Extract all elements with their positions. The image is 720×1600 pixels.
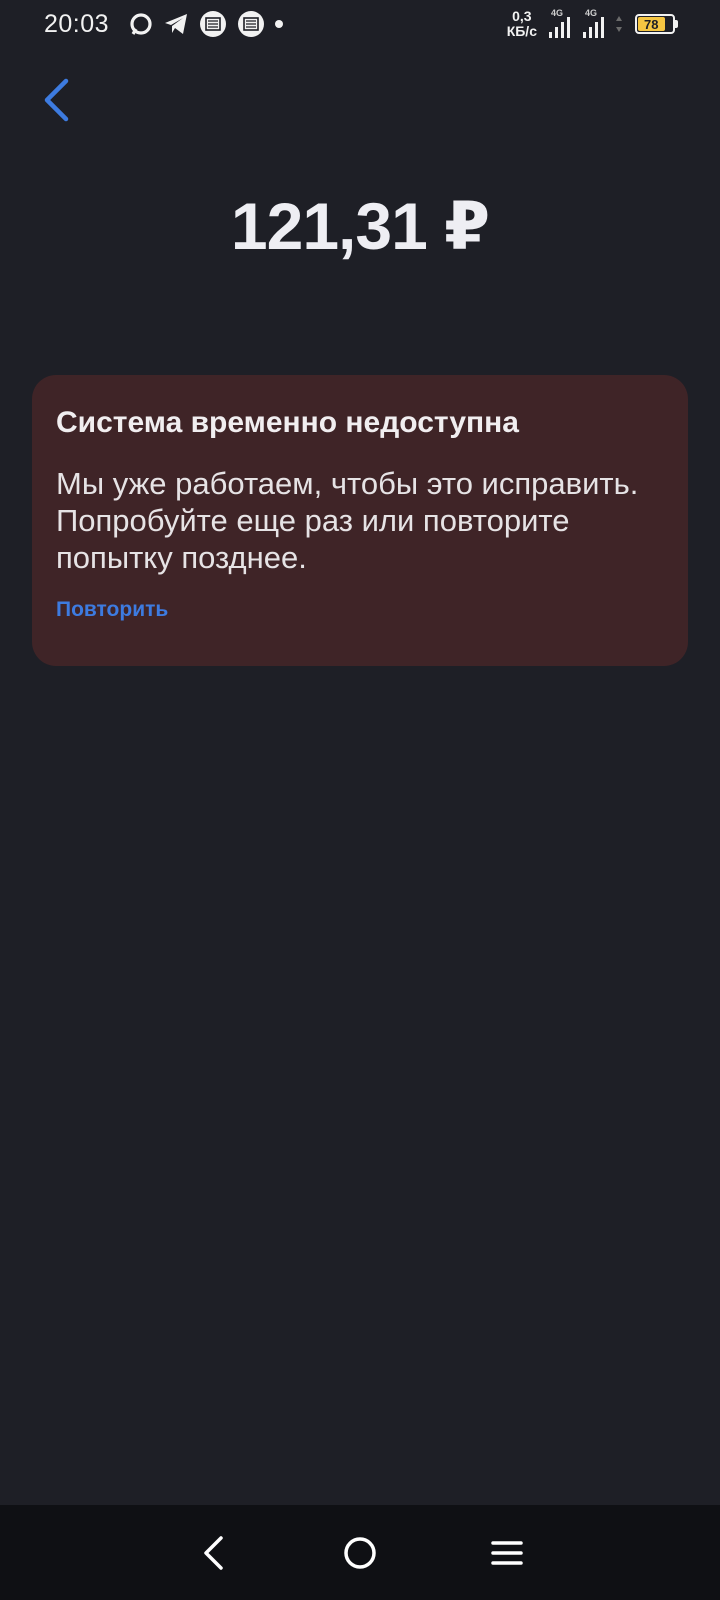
telegram-icon: [163, 12, 189, 36]
app-badge-icon: [199, 10, 227, 38]
system-nav-bar: [0, 1505, 720, 1600]
signal-bars-icon: [549, 17, 570, 38]
error-title: Система временно недоступна: [56, 406, 519, 439]
nav-menu-button[interactable]: [477, 1523, 537, 1583]
notification-icons: [129, 10, 284, 38]
battery-icon: 78: [635, 14, 678, 34]
nav-back-button[interactable]: [183, 1523, 243, 1583]
signal-bars-icon-2: [583, 17, 604, 38]
network-speed-unit: КБ/с: [506, 23, 537, 39]
retry-button[interactable]: Повторить: [56, 598, 168, 622]
screen: 20:03 0,3 КБ/с 4G 4G 78 121,31 ₽ Система…: [0, 0, 720, 1600]
network-speed: 0,3 КБ/с: [507, 9, 537, 39]
nav-back-icon: [204, 1535, 224, 1570]
back-button[interactable]: [36, 74, 76, 126]
signal-sim1: 4G: [547, 8, 575, 40]
battery-level: 78: [644, 16, 659, 32]
status-time: 20:03: [44, 9, 110, 38]
nav-menu-icon: [490, 1540, 523, 1565]
more-dot-icon: [275, 20, 284, 28]
status-bar: 20:03 0,3 КБ/с 4G 4G 78: [0, 0, 720, 48]
network-speed-value: 0,3: [512, 8, 532, 24]
chat-bubble-icon: [129, 12, 153, 36]
nav-home-button[interactable]: [330, 1523, 390, 1583]
signal-sim2: 4G: [581, 8, 609, 40]
payment-amount: 121,31 ₽: [230, 189, 490, 263]
nav-home-icon: [344, 1536, 376, 1569]
chevron-left-icon: [44, 78, 69, 122]
status-right: 0,3 КБ/с 4G 4G 78: [507, 4, 678, 44]
battery-fill: 78: [638, 16, 665, 32]
data-arrows-icon: [616, 16, 622, 32]
error-message: Мы уже работаем, чтобы это исправить. По…: [56, 466, 639, 575]
error-card: Система временно недоступна Мы уже работ…: [32, 375, 688, 666]
app-badge-icon-2: [237, 10, 265, 38]
